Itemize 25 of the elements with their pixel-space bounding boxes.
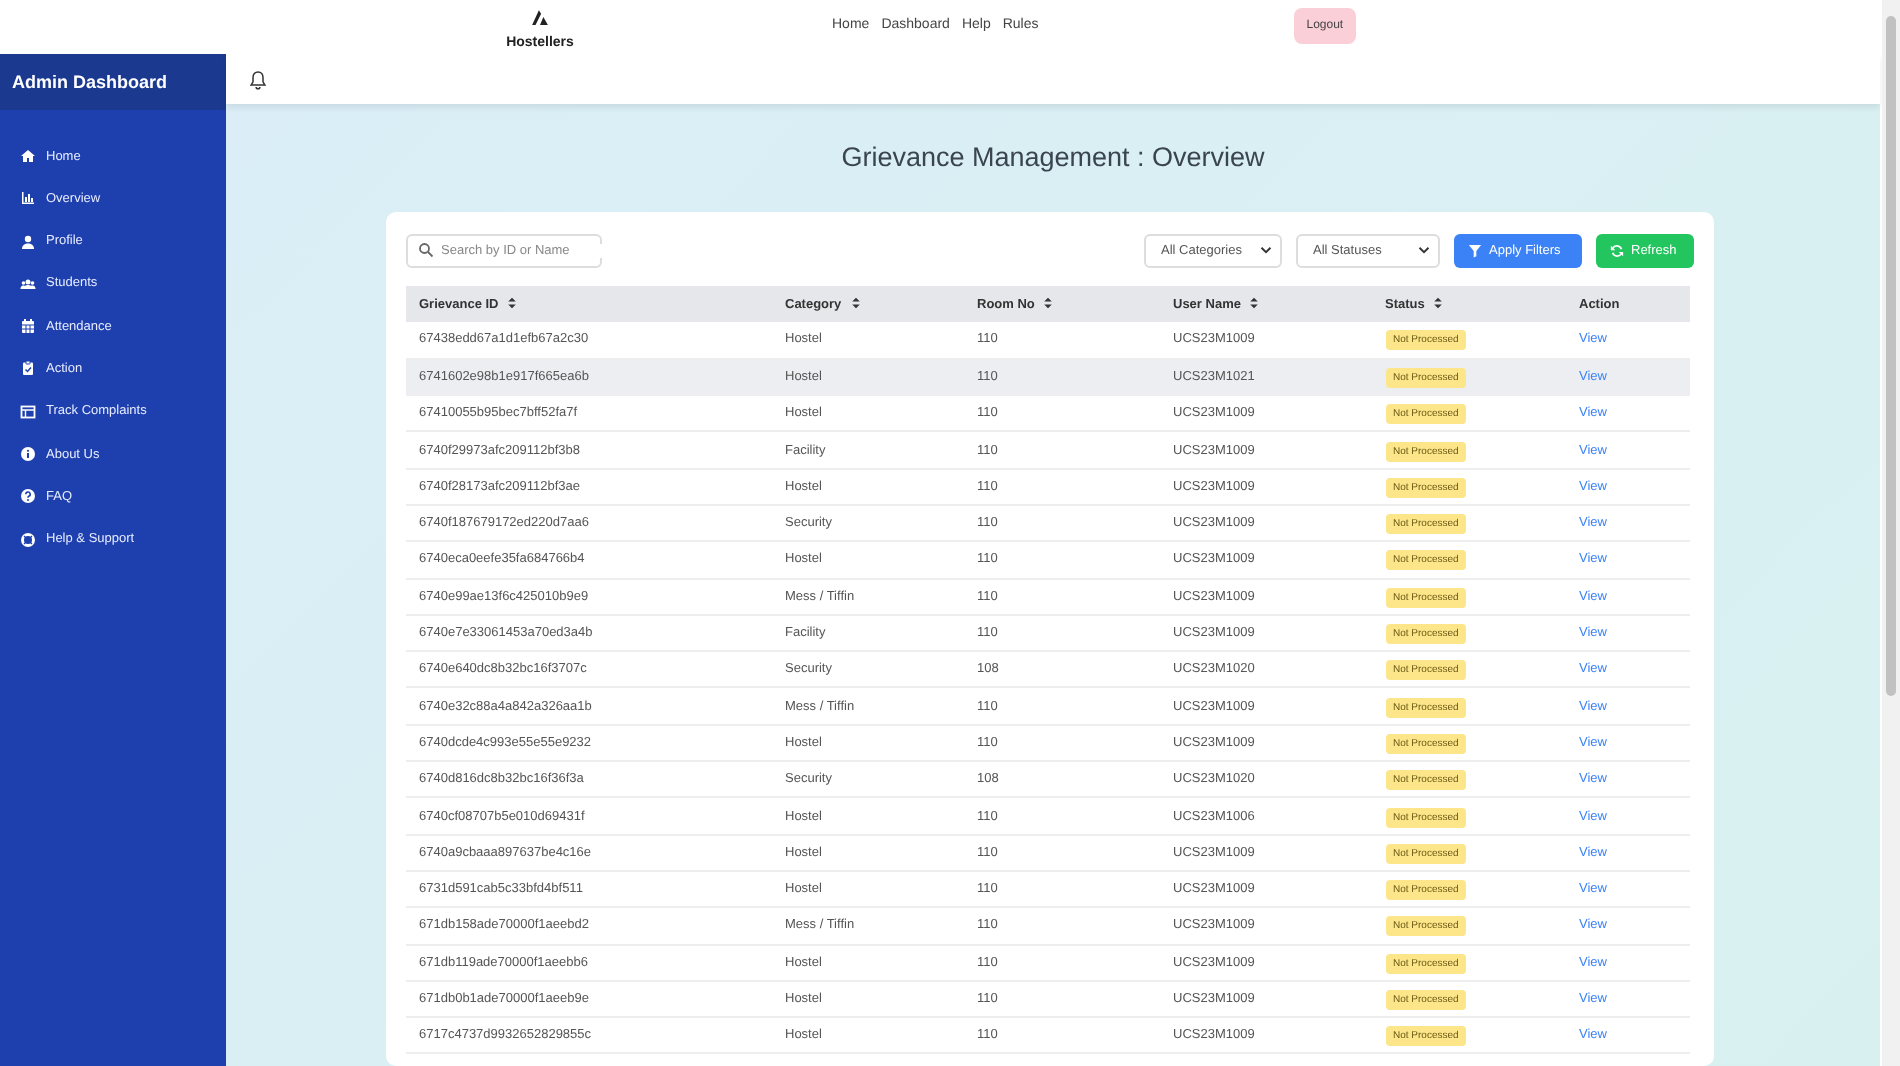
users-icon (20, 275, 36, 292)
user-icon (20, 233, 36, 250)
scrollbar[interactable] (1882, 0, 1900, 1066)
chevron-down-icon (1417, 244, 1429, 256)
clipboard-icon (20, 360, 36, 377)
bell-icon (248, 69, 268, 89)
sidebar-title: Admin Dashboard (0, 54, 226, 110)
table-icon (20, 403, 36, 420)
filter-icon (1467, 243, 1481, 257)
chart-icon (20, 190, 36, 207)
chevron-down-icon (1259, 244, 1271, 256)
home-icon (20, 148, 36, 164)
search-icon (417, 242, 433, 258)
calendar-icon (20, 318, 36, 335)
sort-icon (849, 296, 862, 310)
lifebuoy-icon (20, 531, 36, 548)
sort-icon (1042, 296, 1055, 310)
sort-icon (1248, 296, 1261, 310)
question-icon (20, 488, 36, 505)
refresh-icon (1609, 243, 1623, 257)
info-icon (20, 446, 36, 463)
logo-icon (530, 8, 550, 26)
sort-icon (506, 296, 519, 310)
sort-icon (1432, 296, 1445, 310)
page-title: Grievance Management : Overview (841, 142, 1265, 174)
